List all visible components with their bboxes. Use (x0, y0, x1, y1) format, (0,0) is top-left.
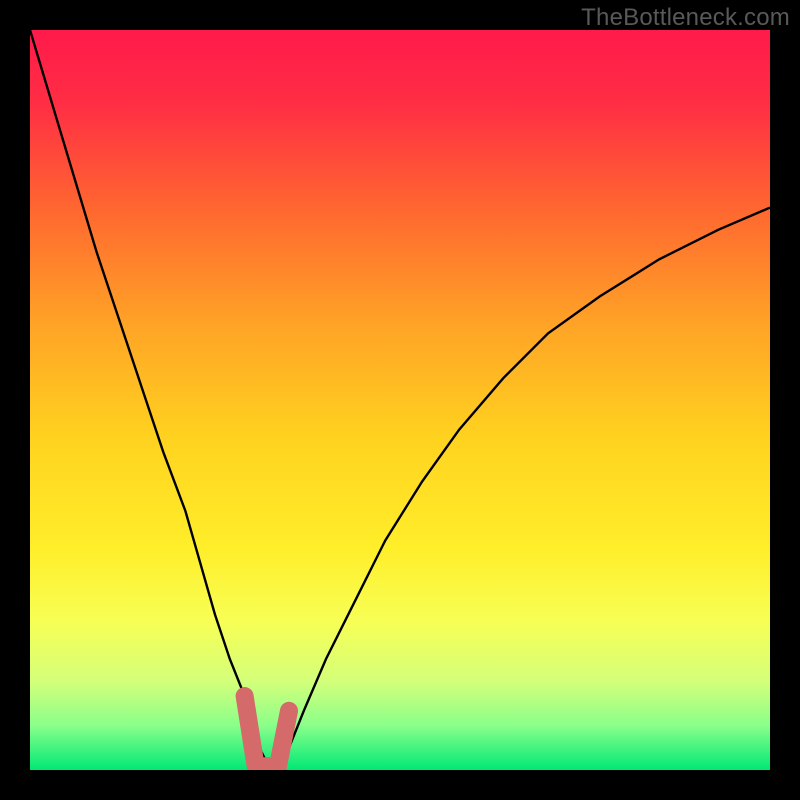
watermark-text: TheBottleneck.com (581, 4, 790, 32)
plot-area (30, 30, 770, 770)
chart-frame: TheBottleneck.com (0, 0, 800, 800)
chart-svg (30, 30, 770, 770)
gradient-rect (30, 30, 770, 770)
